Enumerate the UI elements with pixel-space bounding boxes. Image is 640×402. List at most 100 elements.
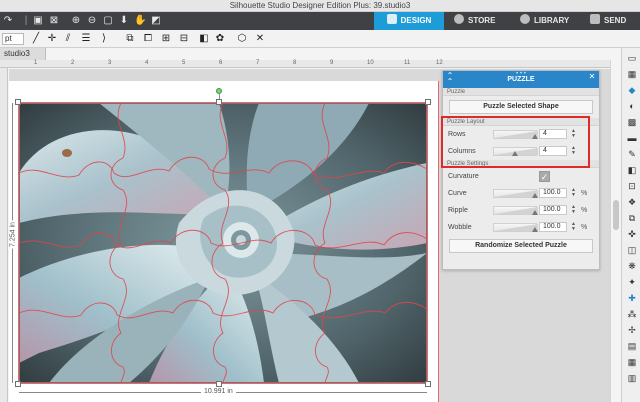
left-ruler	[0, 68, 8, 402]
eraser-icon[interactable]: ▤	[626, 340, 638, 352]
offset-icon[interactable]: ❋	[626, 260, 638, 272]
zoom-box-icon[interactable]: ▢	[102, 15, 114, 27]
modify-icon[interactable]: ◫	[626, 244, 638, 256]
separator-icon: |	[24, 15, 28, 26]
randomize-selected-puzzle-button[interactable]: Randomize Selected Puzzle	[449, 239, 593, 253]
send-panel-icon[interactable]: ▥	[626, 372, 638, 384]
rotate-handle[interactable]	[216, 88, 222, 94]
library-cloud-icon	[520, 14, 530, 24]
ripple-slider[interactable]	[493, 206, 538, 215]
resize-handle-tr[interactable]	[425, 99, 431, 105]
line-style-icon[interactable]: ▬	[626, 132, 638, 144]
curve-stepper[interactable]: ▲ ▼	[571, 188, 576, 198]
wobble-stepper[interactable]: ▲ ▼	[571, 222, 576, 232]
ripple-label: Ripple	[448, 207, 468, 214]
redo-icon[interactable]: ↷	[2, 15, 14, 27]
ripple-stepper[interactable]: ▲ ▼	[571, 205, 576, 215]
transform-icon[interactable]: ◧	[626, 164, 638, 176]
align-icon[interactable]: ⫽	[62, 33, 74, 45]
trace-icon[interactable]: ✦	[626, 276, 638, 288]
store-icon	[454, 14, 464, 24]
curve-input[interactable]: 100.0	[539, 188, 567, 198]
wobble-row: Wobble 100.0 ▲ ▼ %	[448, 221, 588, 232]
align-panel-icon[interactable]: ⊡	[626, 180, 638, 192]
pan-down-icon[interactable]: ⬇	[118, 15, 130, 27]
puzzle-selected-shape-button[interactable]: Puzzle Selected Shape	[449, 100, 593, 114]
puzzle-icon[interactable]: ✚	[626, 292, 638, 304]
height-label: 7.254 in	[9, 220, 17, 249]
crosshair-icon[interactable]: ✛	[46, 33, 58, 45]
puzzle-panel: ⌃ ⌃ • • • PUZZLE ✕ Puzzle Puzzle Selected…	[442, 70, 600, 270]
bracket-icon[interactable]: ⟩	[98, 33, 110, 45]
tab-send[interactable]: SEND	[590, 12, 640, 30]
page-setup-icon[interactable]: ▦	[626, 68, 638, 80]
select-all-icon[interactable]: ▣	[32, 15, 44, 27]
compound-path-icon[interactable]: ⊞	[160, 33, 172, 45]
text-style-icon[interactable]: ⁂	[626, 308, 638, 320]
ripple-slider-thumb[interactable]	[532, 210, 538, 215]
zoom-in-icon[interactable]: ⊕	[70, 15, 82, 27]
highlight-box	[441, 116, 590, 168]
wobble-slider-thumb[interactable]	[532, 227, 538, 232]
curve-label: Curve	[448, 190, 467, 197]
width-label: 10.991 in	[201, 388, 236, 395]
section-puzzle: Puzzle	[443, 88, 599, 96]
resize-handle-br[interactable]	[425, 381, 431, 387]
design-grid-icon	[386, 14, 397, 24]
replicate-icon[interactable]: ✿	[214, 33, 226, 45]
hand-tool-icon[interactable]: ✋	[134, 15, 146, 27]
wobble-input[interactable]: 100.0	[539, 222, 567, 232]
panel-header[interactable]: ⌃ ⌃ • • • PUZZLE ✕	[443, 71, 599, 88]
design-pages-icon[interactable]: ▭	[626, 52, 638, 64]
main-toolbar: ↷ | ▣ ⊠ ⊕ ⊖ ▢ ⬇ ✋ ◩ DESIGN STORE LIBRARY…	[0, 12, 640, 30]
tab-store[interactable]: STORE	[452, 12, 512, 30]
scrollbar-thumb[interactable]	[613, 200, 619, 230]
line-tool-icon[interactable]: ╱	[30, 33, 42, 45]
wobble-label: Wobble	[448, 224, 472, 231]
curve-slider-thumb[interactable]	[532, 193, 538, 198]
group-icon[interactable]: ⧉	[124, 33, 136, 45]
resize-handle-t[interactable]	[216, 99, 222, 105]
send-icon	[590, 14, 600, 24]
ungroup-icon[interactable]: ⧠	[142, 33, 154, 45]
replicate-panel-icon[interactable]: ⧉	[626, 212, 638, 224]
vertical-scrollbar[interactable]	[610, 60, 620, 402]
unit-field[interactable]: pt	[2, 33, 24, 45]
wobble-slider[interactable]	[493, 223, 538, 232]
release-compound-icon[interactable]: ⊟	[178, 33, 190, 45]
document-tab[interactable]: studio3	[0, 48, 46, 60]
ripple-row: Ripple 100.0 ▲ ▼ %	[448, 204, 588, 215]
ripple-input[interactable]: 100.0	[539, 205, 567, 215]
weld-icon[interactable]: ⬡	[236, 33, 248, 45]
zoom-out-icon[interactable]: ⊖	[86, 15, 98, 27]
line-color-icon[interactable]: ✎	[626, 148, 638, 160]
deselect-icon[interactable]: ⊠	[48, 15, 60, 27]
curvature-checkbox[interactable]: ✓	[539, 171, 550, 182]
width-dimension: 10.991 in	[19, 388, 427, 397]
resize-handle-b[interactable]	[216, 381, 222, 387]
tab-library[interactable]: LIBRARY	[520, 12, 586, 30]
bring-forward-icon[interactable]: ◧	[198, 33, 210, 45]
selection-box	[18, 102, 428, 384]
height-dimension: 7.254 in	[9, 103, 17, 383]
cutting-mat-page: 10.991 in 7.254 in	[9, 81, 439, 402]
fit-page-icon[interactable]: ◩	[150, 15, 162, 27]
pattern-icon[interactable]: ▩	[626, 116, 638, 128]
delete-icon[interactable]: ✕	[254, 33, 266, 45]
tab-design[interactable]: DESIGN	[374, 12, 444, 30]
curvature-label: Curvature	[448, 173, 479, 180]
fill-color-icon[interactable]: ◆	[626, 84, 638, 96]
panel-title: PUZZLE	[507, 76, 535, 83]
curve-slider[interactable]	[493, 189, 538, 198]
window-title: Silhouette Studio Designer Edition Plus:…	[229, 1, 411, 10]
curve-row: Curve 100.0 ▲ ▼ %	[448, 187, 588, 198]
gradient-icon[interactable]: ◐	[626, 100, 638, 112]
title-bar: Silhouette Studio Designer Edition Plus:…	[0, 0, 640, 12]
nesting-icon[interactable]: ✜	[626, 228, 638, 240]
layers-icon[interactable]: ❖	[626, 196, 638, 208]
library-panel-icon[interactable]: ▦	[626, 356, 638, 368]
knife-tool-icon[interactable]: ✢	[626, 324, 638, 336]
close-panel-icon[interactable]: ✕	[587, 73, 597, 86]
line-style-icon[interactable]: ☰	[80, 33, 92, 45]
right-panel-toolbar: ▭ ▦ ◆ ◐ ▩ ▬ ✎ ◧ ⊡ ❖ ⧉ ✜ ◫ ❋ ✦ ✚ ⁂ ✢ ▤ ▦ …	[621, 48, 640, 402]
